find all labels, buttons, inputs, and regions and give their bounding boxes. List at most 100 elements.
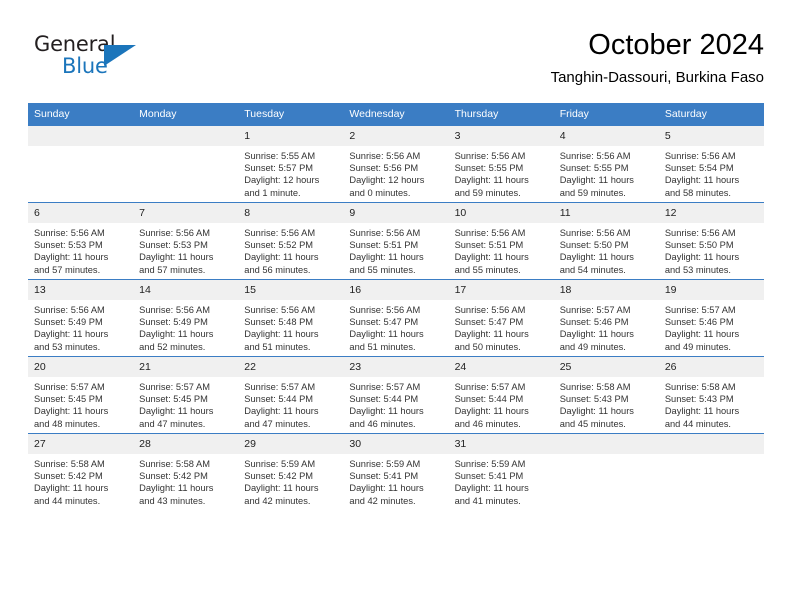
daylight-duration-line1: Daylight: 11 hours bbox=[664, 406, 740, 417]
day-number: 22 bbox=[238, 357, 344, 377]
day-details: Sunrise: 5:56 AM Sunset: 5:50 PM Daylight:… bbox=[659, 223, 764, 276]
daylight-duration-line2: and 47 minutes. bbox=[139, 418, 206, 429]
daylight-duration-line2: and 45 minutes. bbox=[559, 418, 626, 429]
sunset-time: Sunset: 5:47 PM bbox=[454, 317, 524, 328]
daylight-duration-line1: Daylight: 11 hours bbox=[454, 483, 529, 494]
calendar-day-cell[interactable]: 24 Sunrise: 5:57 AM Sunset: 5:44 PM Dayligh… bbox=[448, 356, 554, 434]
day-number: 1 bbox=[238, 126, 344, 146]
day-number bbox=[553, 434, 659, 454]
daylight-duration-line2: and 49 minutes. bbox=[559, 341, 626, 352]
calendar-day-cell[interactable]: 22 Sunrise: 5:57 AM Sunset: 5:44 PM Dayligh… bbox=[238, 356, 344, 434]
calendar-day-cell-empty bbox=[658, 433, 764, 510]
calendar-day-cell[interactable]: 16 Sunrise: 5:56 AM Sunset: 5:47 PM Dayligh… bbox=[343, 279, 449, 357]
daylight-duration-line2: and 46 minutes. bbox=[454, 418, 521, 429]
calendar-day-cell[interactable]: 3 Sunrise: 5:56 AM Sunset: 5:55 PM Daylight… bbox=[448, 125, 554, 203]
sunset-time: Sunset: 5:55 PM bbox=[559, 163, 629, 174]
daylight-duration-line1: Daylight: 11 hours bbox=[244, 483, 319, 494]
calendar-day-cell[interactable]: 20 Sunrise: 5:57 AM Sunset: 5:45 PM Dayligh… bbox=[28, 356, 134, 434]
sunrise-time: Sunrise: 5:59 AM bbox=[244, 459, 316, 469]
calendar-day-cell[interactable]: 2 Sunrise: 5:56 AM Sunset: 5:56 PM Daylight… bbox=[343, 125, 449, 203]
day-number: 24 bbox=[448, 357, 554, 377]
calendar-day-cell[interactable]: 31 Sunrise: 5:59 AM Sunset: 5:41 PM Dayligh… bbox=[448, 433, 554, 510]
calendar-day-cell[interactable]: 19 Sunrise: 5:57 AM Sunset: 5:46 PM Dayligh… bbox=[658, 279, 764, 357]
day-details: Sunrise: 5:57 AM Sunset: 5:46 PM Daylight:… bbox=[659, 300, 764, 353]
calendar-day-cell[interactable]: 15 Sunrise: 5:56 AM Sunset: 5:48 PM Dayligh… bbox=[238, 279, 344, 357]
weekday-header-saturday: Saturday bbox=[658, 103, 764, 126]
calendar-day-cell[interactable]: 23 Sunrise: 5:57 AM Sunset: 5:44 PM Dayligh… bbox=[343, 356, 449, 434]
day-details: Sunrise: 5:58 AM Sunset: 5:42 PM Daylight:… bbox=[28, 454, 133, 507]
sunset-time: Sunset: 5:46 PM bbox=[559, 317, 629, 328]
sunrise-time: Sunrise: 5:57 AM bbox=[454, 382, 526, 392]
calendar-day-cell[interactable]: 17 Sunrise: 5:56 AM Sunset: 5:47 PM Dayligh… bbox=[448, 279, 554, 357]
daylight-duration-line2: and 57 minutes. bbox=[34, 264, 101, 275]
calendar-day-cell-empty bbox=[28, 125, 134, 203]
day-details: Sunrise: 5:56 AM Sunset: 5:49 PM Daylight:… bbox=[133, 300, 238, 353]
sunset-time: Sunset: 5:44 PM bbox=[349, 394, 419, 405]
calendar-body: 1 Sunrise: 5:55 AM Sunset: 5:57 PM Daylight… bbox=[28, 125, 764, 510]
calendar-day-cell[interactable]: 6 Sunrise: 5:56 AM Sunset: 5:53 PM Daylight… bbox=[28, 202, 134, 280]
day-details: Sunrise: 5:56 AM Sunset: 5:47 PM Daylight:… bbox=[449, 300, 554, 353]
calendar-day-cell[interactable]: 26 Sunrise: 5:58 AM Sunset: 5:43 PM Dayligh… bbox=[658, 356, 764, 434]
day-number bbox=[133, 126, 239, 146]
day-details bbox=[554, 454, 659, 458]
sunrise-time: Sunrise: 5:57 AM bbox=[559, 305, 631, 315]
calendar-day-cell[interactable]: 4 Sunrise: 5:56 AM Sunset: 5:55 PM Daylight… bbox=[553, 125, 659, 203]
day-details bbox=[28, 146, 133, 150]
calendar-day-cell[interactable]: 9 Sunrise: 5:56 AM Sunset: 5:51 PM Daylight… bbox=[343, 202, 449, 280]
day-number: 12 bbox=[658, 203, 764, 223]
daylight-duration-line1: Daylight: 11 hours bbox=[349, 406, 424, 417]
daylight-duration-line2: and 42 minutes. bbox=[244, 495, 311, 506]
day-details: Sunrise: 5:58 AM Sunset: 5:43 PM Daylight:… bbox=[554, 377, 659, 430]
page-header: General Blue October 2024 Tanghin-Dassou… bbox=[28, 28, 764, 96]
sunset-time: Sunset: 5:42 PM bbox=[244, 471, 314, 482]
calendar-day-cell[interactable]: 25 Sunrise: 5:58 AM Sunset: 5:43 PM Dayligh… bbox=[553, 356, 659, 434]
general-blue-logo[interactable]: General Blue bbox=[34, 32, 154, 84]
sunrise-time: Sunrise: 5:56 AM bbox=[34, 305, 105, 315]
day-details: Sunrise: 5:56 AM Sunset: 5:49 PM Daylight:… bbox=[28, 300, 133, 353]
day-number: 7 bbox=[133, 203, 239, 223]
calendar-day-cell[interactable]: 1 Sunrise: 5:55 AM Sunset: 5:57 PM Daylight… bbox=[238, 125, 344, 203]
daylight-duration-line2: and 50 minutes. bbox=[454, 341, 521, 352]
calendar-day-cell[interactable]: 30 Sunrise: 5:59 AM Sunset: 5:41 PM Dayligh… bbox=[343, 433, 449, 510]
day-cell-inner: 1 Sunrise: 5:55 AM Sunset: 5:57 PM Daylight… bbox=[238, 126, 344, 202]
sunset-time: Sunset: 5:43 PM bbox=[559, 394, 629, 405]
sunset-time: Sunset: 5:57 PM bbox=[244, 163, 314, 174]
daylight-duration-line2: and 43 minutes. bbox=[139, 495, 206, 506]
day-details: Sunrise: 5:56 AM Sunset: 5:54 PM Daylight:… bbox=[659, 146, 764, 199]
calendar-day-cell[interactable]: 14 Sunrise: 5:56 AM Sunset: 5:49 PM Dayligh… bbox=[133, 279, 239, 357]
day-number: 10 bbox=[448, 203, 554, 223]
day-cell-inner: 31 Sunrise: 5:59 AM Sunset: 5:41 PM Dayligh… bbox=[448, 434, 554, 510]
calendar-day-cell[interactable]: 5 Sunrise: 5:56 AM Sunset: 5:54 PM Daylight… bbox=[658, 125, 764, 203]
calendar-page: General Blue October 2024 Tanghin-Dassou… bbox=[0, 0, 792, 612]
day-details: Sunrise: 5:57 AM Sunset: 5:44 PM Daylight:… bbox=[238, 377, 343, 430]
sunset-time: Sunset: 5:42 PM bbox=[139, 471, 208, 482]
day-number: 27 bbox=[28, 434, 134, 454]
sunrise-time: Sunrise: 5:56 AM bbox=[349, 305, 421, 315]
calendar-day-cell[interactable]: 8 Sunrise: 5:56 AM Sunset: 5:52 PM Daylight… bbox=[238, 202, 344, 280]
day-cell-inner: 7 Sunrise: 5:56 AM Sunset: 5:53 PM Daylight… bbox=[133, 203, 239, 279]
sunrise-time: Sunrise: 5:56 AM bbox=[664, 151, 736, 161]
daylight-duration-line2: and 44 minutes. bbox=[664, 418, 731, 429]
day-details: Sunrise: 5:55 AM Sunset: 5:57 PM Daylight:… bbox=[238, 146, 343, 199]
calendar-day-cell[interactable]: 7 Sunrise: 5:56 AM Sunset: 5:53 PM Daylight… bbox=[133, 202, 239, 280]
calendar-day-cell[interactable]: 10 Sunrise: 5:56 AM Sunset: 5:51 PM Dayligh… bbox=[448, 202, 554, 280]
daylight-duration-line2: and 54 minutes. bbox=[559, 264, 626, 275]
day-details: Sunrise: 5:57 AM Sunset: 5:44 PM Daylight:… bbox=[343, 377, 448, 430]
day-number: 6 bbox=[28, 203, 134, 223]
day-number: 31 bbox=[448, 434, 554, 454]
calendar-day-cell[interactable]: 12 Sunrise: 5:56 AM Sunset: 5:50 PM Dayligh… bbox=[658, 202, 764, 280]
sunset-time: Sunset: 5:49 PM bbox=[34, 317, 103, 328]
calendar-day-cell[interactable]: 29 Sunrise: 5:59 AM Sunset: 5:42 PM Dayligh… bbox=[238, 433, 344, 510]
calendar-day-cell[interactable]: 28 Sunrise: 5:58 AM Sunset: 5:42 PM Dayligh… bbox=[133, 433, 239, 510]
calendar-day-cell[interactable]: 13 Sunrise: 5:56 AM Sunset: 5:49 PM Dayligh… bbox=[28, 279, 134, 357]
calendar-day-cell[interactable]: 21 Sunrise: 5:57 AM Sunset: 5:45 PM Dayligh… bbox=[133, 356, 239, 434]
day-details: Sunrise: 5:57 AM Sunset: 5:45 PM Daylight:… bbox=[133, 377, 238, 430]
calendar-day-cell[interactable]: 11 Sunrise: 5:56 AM Sunset: 5:50 PM Dayligh… bbox=[553, 202, 659, 280]
sunset-time: Sunset: 5:46 PM bbox=[664, 317, 734, 328]
calendar-day-cell[interactable]: 27 Sunrise: 5:58 AM Sunset: 5:42 PM Dayligh… bbox=[28, 433, 134, 510]
day-details: Sunrise: 5:56 AM Sunset: 5:55 PM Daylight:… bbox=[449, 146, 554, 199]
sunset-time: Sunset: 5:48 PM bbox=[244, 317, 314, 328]
calendar-day-cell[interactable]: 18 Sunrise: 5:57 AM Sunset: 5:46 PM Dayligh… bbox=[553, 279, 659, 357]
weekday-header-tuesday: Tuesday bbox=[238, 103, 344, 126]
sunset-time: Sunset: 5:56 PM bbox=[349, 163, 419, 174]
